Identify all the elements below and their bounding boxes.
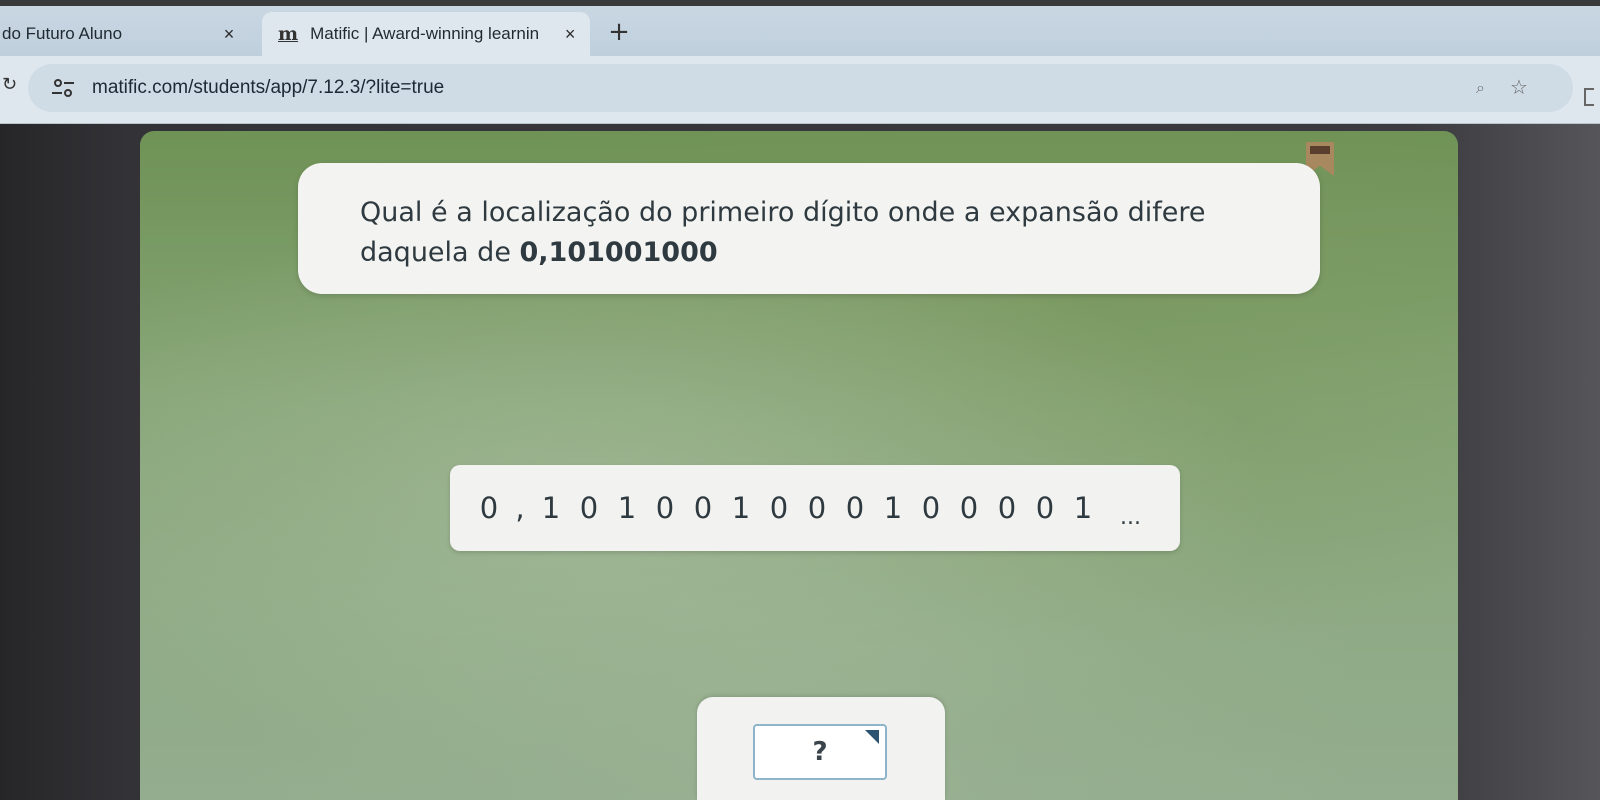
digit[interactable]: 0 <box>798 491 836 525</box>
tab-futuro-aluno[interactable]: do Futuro Aluno × <box>0 12 262 56</box>
star-icon[interactable]: ☆ <box>1510 75 1528 99</box>
digit[interactable]: 0 <box>570 491 608 525</box>
digit[interactable]: 0 <box>684 491 722 525</box>
answer-dropdown[interactable]: ? <box>753 724 887 780</box>
digit[interactable]: 0 <box>836 491 874 525</box>
answer-panel: ? <box>697 697 945 800</box>
answer-value: ? <box>812 737 828 767</box>
digit[interactable]: 1 <box>1064 491 1102 525</box>
url-text[interactable]: matific.com/students/app/7.12.3/?lite=tr… <box>92 77 444 99</box>
tab-strip: do Futuro Aluno × m Matific | Award-winn… <box>0 0 1600 56</box>
tab-title: do Futuro Aluno <box>2 24 123 43</box>
decimal-expansion: 0 , 1 0 1 0 0 1 0 0 0 1 0 0 0 0 1 ... <box>450 465 1180 551</box>
digit[interactable]: 1 <box>532 491 570 525</box>
dropdown-caret-icon[interactable] <box>865 730 879 744</box>
side-panel-icon[interactable] <box>1584 88 1594 106</box>
digit[interactable]: 0 <box>646 491 684 525</box>
digit[interactable]: 0 <box>950 491 988 525</box>
digit[interactable]: 0 <box>760 491 798 525</box>
digit[interactable]: 1 <box>874 491 912 525</box>
tab-title: Matific | Award-winning learnin <box>310 24 540 43</box>
address-bar[interactable]: matific.com/students/app/7.12.3/?lite=tr… <box>28 64 1573 112</box>
digit[interactable]: 0 <box>988 491 1026 525</box>
close-icon[interactable]: × <box>217 24 241 45</box>
lens-icon[interactable]: ⌕ <box>1476 78 1485 98</box>
question-card: Qual é a localização do primeiro dígito … <box>298 163 1320 294</box>
question-number: 0,101001000 <box>519 237 718 268</box>
tab-matific[interactable]: m Matific | Award-winning learnin × <box>262 12 590 56</box>
digit: 0 <box>479 491 499 525</box>
question-text: Qual é a localização do primeiro dígito … <box>360 193 1262 273</box>
question-prompt: Qual é a localização do primeiro dígito … <box>360 197 1206 268</box>
matific-favicon-icon: m <box>278 23 299 45</box>
close-icon[interactable]: × <box>558 24 582 45</box>
new-tab-button[interactable]: + <box>604 18 634 48</box>
ellipsis: ... <box>1120 504 1141 530</box>
digit[interactable]: 1 <box>608 491 646 525</box>
decimal-comma: , <box>515 491 525 525</box>
digit[interactable]: 1 <box>722 491 760 525</box>
reload-icon[interactable]: ↻ <box>2 74 18 104</box>
browser-toolbar: ↻ matific.com/students/app/7.12.3/?lite=… <box>0 56 1600 124</box>
digit[interactable]: 0 <box>912 491 950 525</box>
site-info-icon[interactable] <box>50 76 76 100</box>
digit[interactable]: 0 <box>1026 491 1064 525</box>
